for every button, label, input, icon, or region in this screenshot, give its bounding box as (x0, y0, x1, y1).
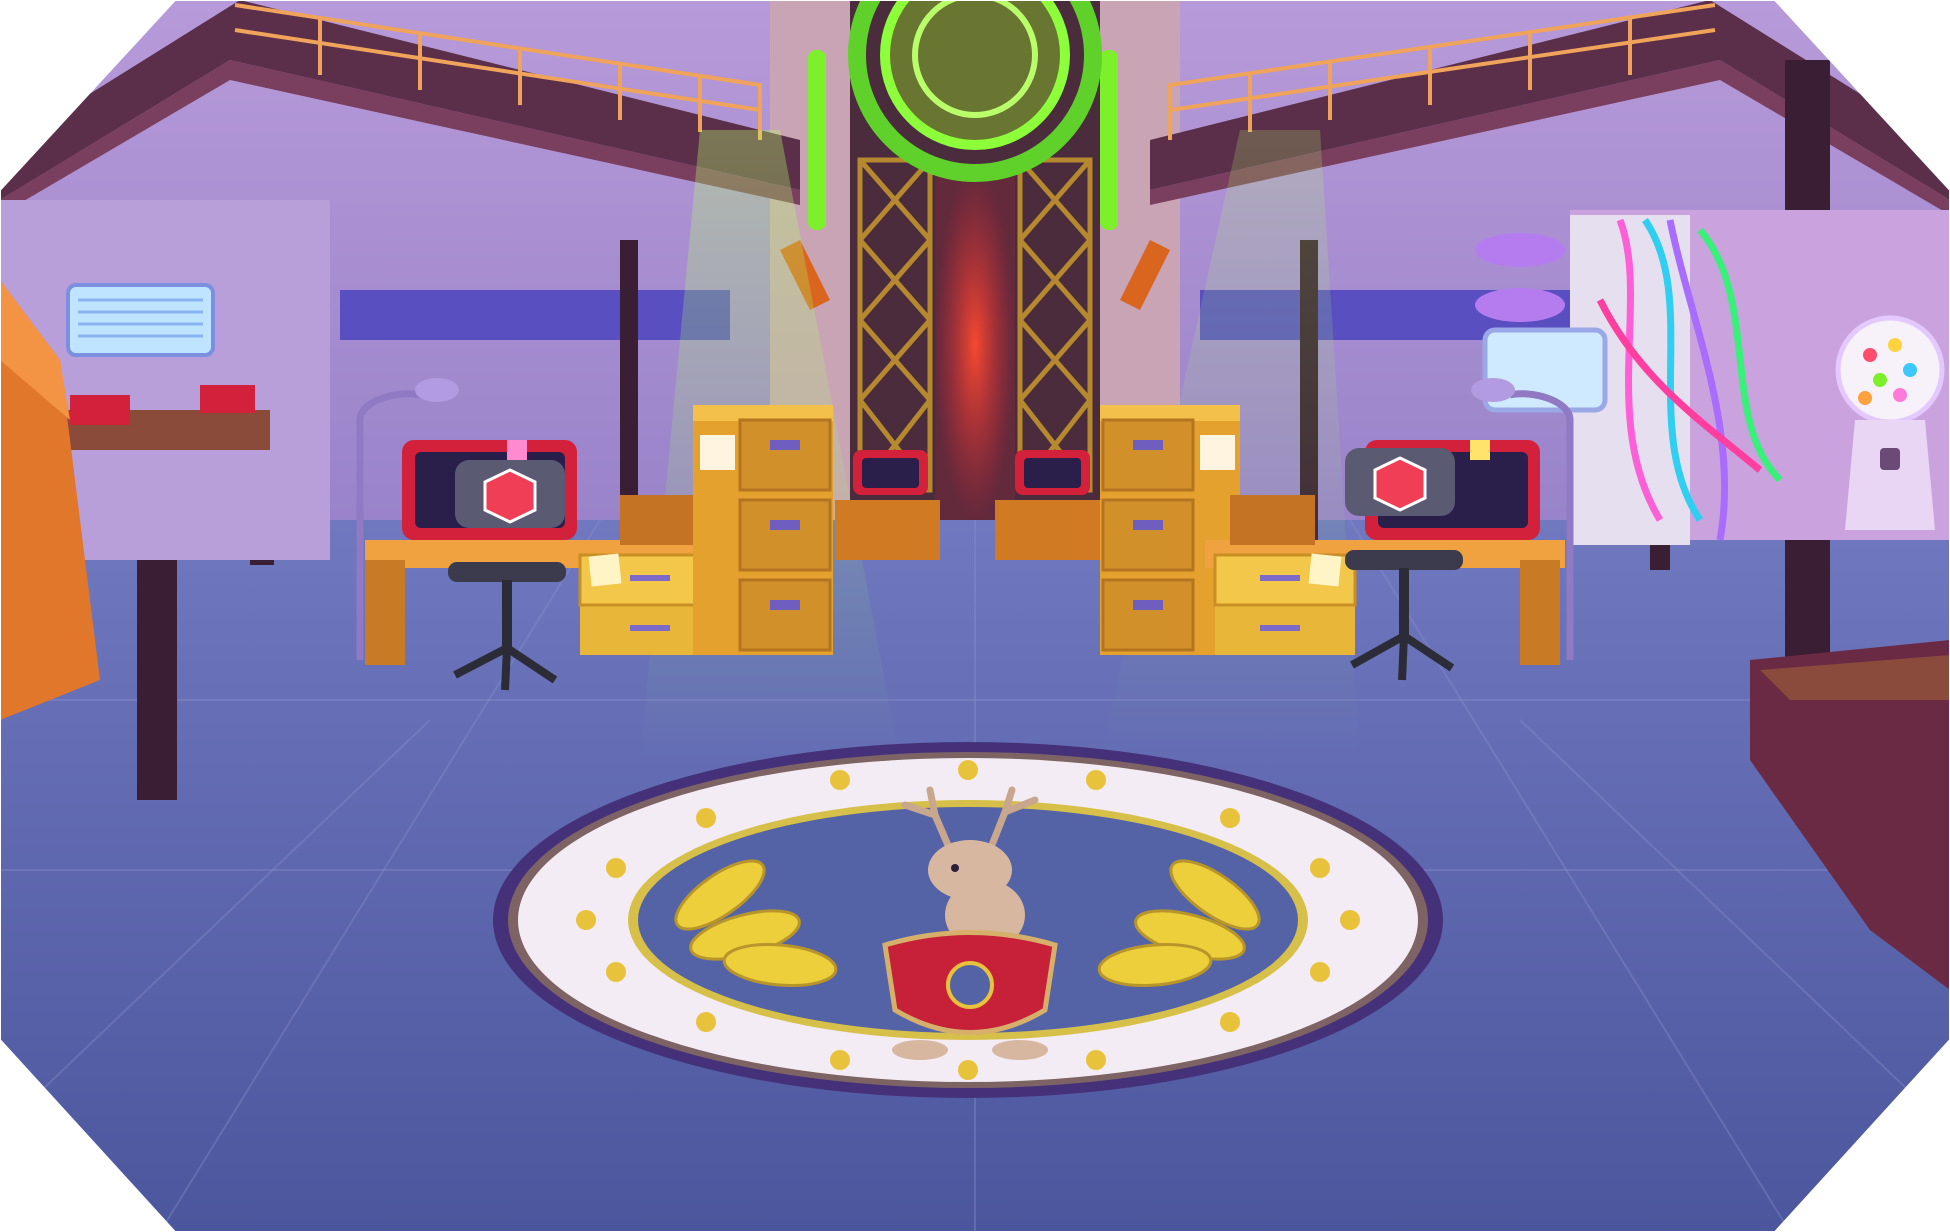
green-ring (848, 0, 1102, 182)
floor-emblem (493, 742, 1443, 1098)
filing-cabinet-left (693, 405, 833, 655)
wall-stripe-left (340, 290, 730, 340)
game-scene (0, 0, 1950, 1232)
green-tube-left (808, 50, 826, 230)
green-tube-right (1100, 50, 1118, 230)
